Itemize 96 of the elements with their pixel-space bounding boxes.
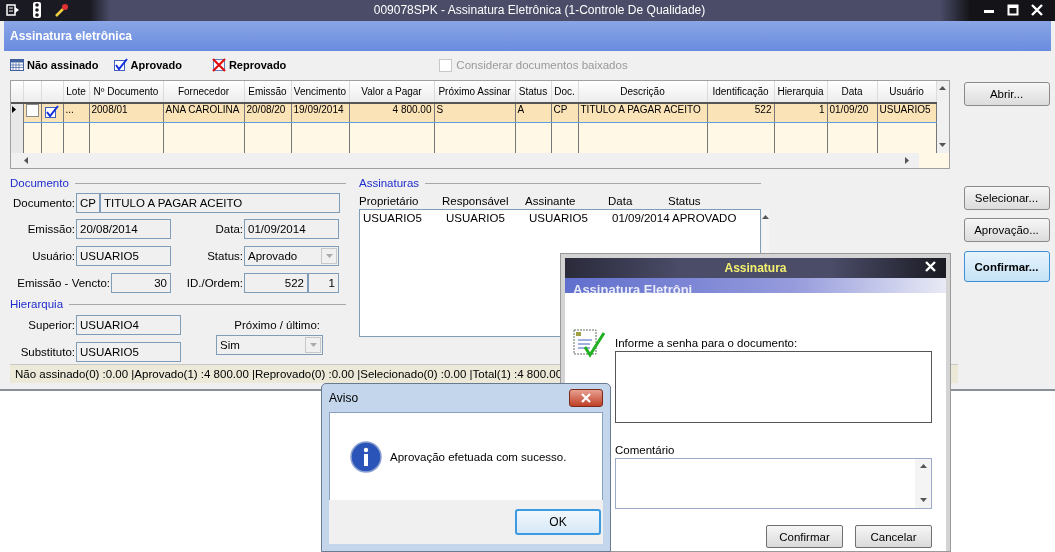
table-cell: 522	[754, 104, 772, 115]
section-title: Hierarquia	[10, 298, 64, 310]
field-label: Documento:	[12, 197, 76, 209]
column-header: Proprietário	[359, 195, 420, 207]
scroll-up-icon	[939, 85, 947, 92]
legend-label: Aprovado	[130, 59, 182, 72]
caret-down-icon	[325, 252, 333, 260]
wrench-icon[interactable]	[54, 3, 70, 18]
close-icon	[580, 393, 592, 403]
cross-icon	[211, 58, 226, 73]
scroll-left-icon	[23, 157, 30, 164]
list-arrow-icon[interactable]	[6, 3, 20, 18]
document-type-field[interactable]: CP	[76, 193, 100, 213]
text-field[interactable]: USUARIO5	[76, 342, 181, 362]
check-icon	[112, 58, 128, 73]
scroll-down-icon	[939, 142, 947, 149]
scroll-down-icon	[919, 497, 927, 504]
scroll-up-icon	[919, 463, 927, 470]
legend-label: Não assinado	[27, 59, 99, 72]
text-field[interactable]: 20/08/2014	[76, 219, 171, 239]
field-label: ID./Ordem:	[185, 277, 244, 289]
field-label: Emissão:	[26, 223, 76, 235]
list-cell-text: USUARIO5	[446, 212, 506, 224]
section-title: Documento	[10, 177, 69, 189]
table-cell: TITULO A PAGAR ACEITO	[580, 104, 701, 115]
dialog-button[interactable]: Confirmar	[766, 525, 843, 548]
table-cell: S	[436, 104, 444, 115]
dialog-title: Aviso	[329, 391, 359, 405]
action-button[interactable]: Confirmar...	[963, 251, 1050, 282]
list-cell-text: APROVADO	[672, 212, 738, 224]
field-label: Informe a senha para o documento:	[615, 337, 799, 349]
list-cell-text: USUARIO5	[529, 212, 589, 224]
table-cell: 20/08/20	[246, 104, 286, 115]
text-field[interactable]: 1	[308, 273, 339, 293]
table-cell: 2008/01	[91, 104, 128, 115]
field-label: Data:	[214, 223, 244, 235]
text-field[interactable]: USUARIO4	[76, 315, 181, 335]
column-header: Data	[608, 195, 634, 207]
dialog-button[interactable]: Cancelar	[855, 525, 932, 548]
field-label: Substituto:	[19, 346, 76, 358]
field-label: Emissão - Vencto:	[16, 277, 111, 289]
alert-message: Aprovação efetuada com sucesso.	[390, 450, 567, 463]
text-field[interactable]: 522	[244, 273, 308, 293]
panel-title: Assinatura eletrônica	[10, 28, 133, 43]
row-checkbox[interactable]	[25, 104, 39, 117]
column-header: Status	[668, 195, 702, 207]
text-field[interactable]: 01/09/2014	[244, 219, 339, 239]
column-header: Responsável	[442, 195, 510, 207]
checkbox-label: Considerar documentos baixados	[456, 59, 628, 72]
status-dropdown[interactable]: Aprovado	[244, 246, 339, 266]
signed-document-icon	[573, 329, 607, 359]
text-field[interactable]: USUARIO5	[76, 246, 171, 266]
text-field[interactable]: 30	[111, 273, 171, 293]
table-cell: 4 800.00	[392, 104, 432, 115]
table-cell: ...	[65, 104, 74, 115]
table-cell: 1	[818, 104, 825, 115]
close-icon[interactable]	[925, 261, 936, 272]
field-label: Próximo / último:	[233, 319, 321, 331]
ok-button[interactable]: OK	[515, 509, 601, 535]
comment-field[interactable]	[615, 458, 932, 509]
open-button[interactable]: Abrir...	[963, 82, 1050, 106]
table-cell: CP	[553, 104, 568, 115]
caret-down-icon	[309, 341, 317, 349]
dialog-title: Assinatura	[724, 261, 787, 275]
field-label: Comentário	[615, 444, 676, 456]
list-cell-text: 01/09/2014	[612, 212, 671, 224]
document-description-field[interactable]: TITULO A PAGAR ACEITO	[100, 193, 340, 213]
calendar-icon	[10, 59, 24, 72]
table-cell: 19/09/2014	[293, 104, 344, 115]
table-cell: A	[517, 104, 525, 115]
close-button[interactable]	[569, 389, 603, 407]
section-title: Assinaturas	[359, 177, 420, 189]
horizontal-scrollbar[interactable]	[11, 153, 919, 168]
field-label: Usuário:	[31, 250, 76, 262]
legend-label: Reprovado	[228, 59, 287, 72]
table-cell: USUARIO5	[879, 104, 931, 115]
list-cell-text: USUARIO5	[363, 212, 423, 224]
field-label: Status:	[206, 250, 244, 262]
action-button[interactable]: Aprovação...	[963, 218, 1050, 242]
column-header[interactable]: Descrição	[620, 86, 665, 97]
table-cell: 01/09/20	[829, 104, 869, 115]
traffic-light-icon[interactable]	[30, 2, 44, 19]
scroll-right-icon	[904, 157, 911, 164]
window-title: 009078SPK - Assinatura Eletrônica (1-Controle De Qualidade)	[372, 3, 707, 18]
scroll-up-icon	[762, 214, 769, 221]
next-dropdown[interactable]: Sim	[216, 335, 323, 355]
field-label: Superior:	[27, 319, 76, 331]
close-icon[interactable]	[1031, 4, 1043, 17]
maximize-icon[interactable]	[1007, 4, 1019, 17]
column-header: Assinante	[525, 195, 577, 207]
row-pointer-icon	[11, 106, 18, 113]
password-field[interactable]	[615, 351, 932, 423]
table-cell: ANA CAROLINA	[165, 104, 240, 115]
action-button[interactable]: Selecionar...	[963, 186, 1050, 210]
info-icon	[350, 440, 382, 473]
check-icon	[43, 105, 59, 119]
